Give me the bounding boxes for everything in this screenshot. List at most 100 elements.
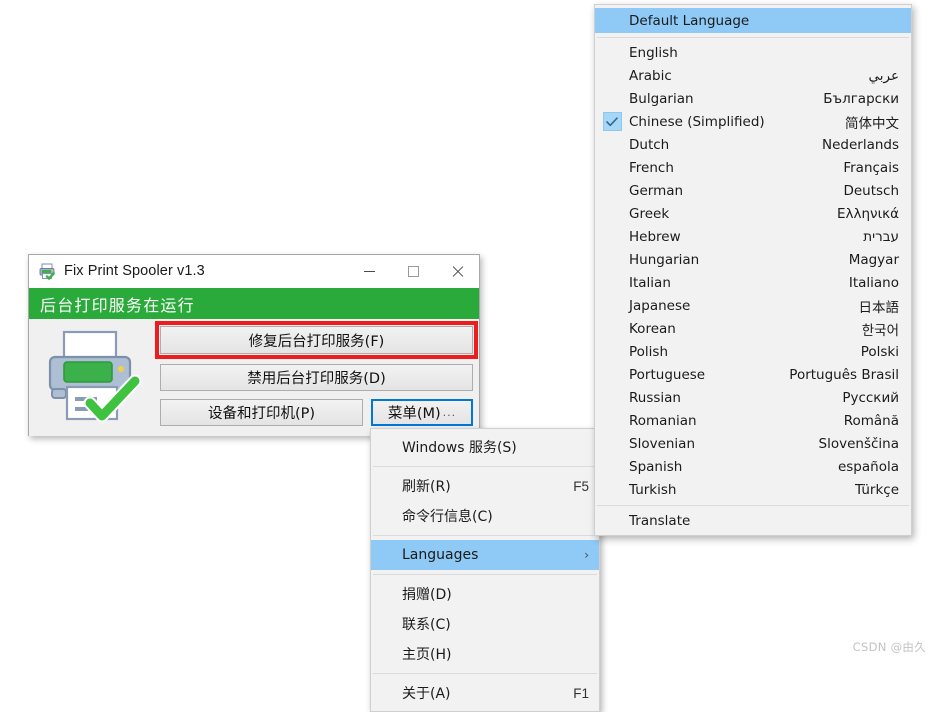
language-native-name: عربي (850, 68, 899, 84)
menu-item-shortcut: F5 (573, 479, 589, 494)
title-bar: Fix Print Spooler v1.3 (29, 255, 479, 288)
menu-item-donate[interactable]: 捐赠(D) (371, 579, 599, 609)
language-name: Hebrew (629, 229, 681, 245)
menu-button-label: 菜单(M) (388, 402, 441, 423)
language-name: English (629, 45, 678, 61)
menu-item-about[interactable]: 关于(A)F1 (371, 678, 599, 708)
check-slot (595, 112, 629, 131)
menu-item-refresh[interactable]: 刷新(R) F5 (371, 471, 599, 501)
menu-button-ellipsis: ... (443, 406, 457, 419)
menu-item-windows-services[interactable]: Windows 服务(S) (371, 432, 599, 462)
language-name: Hungarian (629, 252, 699, 268)
language-name: Romanian (629, 413, 697, 429)
language-native-name: Magyar (831, 252, 899, 268)
language-list: English Arabic عربي Bulgarian Български Chine… (595, 41, 911, 501)
language-native-name: 日本語 (841, 296, 900, 316)
menu-item-label: 刷新(R) (402, 476, 451, 496)
window-controls (347, 255, 479, 287)
menu-item-label: Languages (402, 547, 478, 563)
menu-item-label: 主页(H) (402, 644, 451, 664)
language-item-default[interactable]: Default Language (595, 8, 911, 33)
menu-item-languages[interactable]: Languages › (371, 540, 599, 570)
language-name: Bulgarian (629, 91, 694, 107)
minimize-icon (364, 271, 375, 272)
menu-item-command-line-info[interactable]: 命令行信息(C) (371, 501, 599, 531)
language-name: Chinese (Simplified) (629, 114, 765, 130)
language-item-dutch[interactable]: DutchNederlands (595, 133, 911, 156)
language-native-name: Français (825, 160, 899, 176)
language-name: Korean (629, 321, 676, 337)
language-native-name: Български (805, 91, 899, 107)
language-item-romanian[interactable]: Romanian Română (595, 409, 911, 432)
close-button[interactable] (435, 255, 479, 287)
status-banner-text: 后台打印服务在运行 (40, 292, 195, 316)
menu-item-label: 捐赠(D) (402, 584, 452, 604)
language-item-english[interactable]: English (595, 41, 911, 64)
language-item-korean[interactable]: Korean 한국어 (595, 317, 911, 340)
language-name: Japanese (629, 298, 690, 314)
language-native-name: 简体中文 (827, 112, 899, 132)
language-item-polish[interactable]: Polish Polski (595, 340, 911, 363)
language-item-slovenian[interactable]: Slovenian Slovenščina (595, 432, 911, 455)
maximize-button[interactable] (391, 255, 435, 287)
language-item-hungarian[interactable]: Hungarian Magyar (595, 248, 911, 271)
menu-separator (373, 673, 597, 674)
language-native-name: Português Brasil (771, 367, 899, 383)
watermark: CSDN @由久 (853, 639, 926, 655)
language-name: Portuguese (629, 367, 705, 383)
language-native-name: Slovenščina (801, 436, 899, 452)
language-item-chinese-simplified[interactable]: Chinese (Simplified) 简体中文 (595, 110, 911, 133)
context-menu: Windows 服务(S) 刷新(R) F5 命令行信息(C) Languages › 捐赠… (370, 428, 600, 712)
menu-item-label: 联系(C) (402, 614, 451, 634)
language-item-japanese[interactable]: Japanese 日本語 (595, 294, 911, 317)
printer-illustration-icon (42, 329, 150, 424)
language-name: French (629, 160, 674, 176)
app-window: Fix Print Spooler v1.3 后台打印服务在运行 (28, 254, 480, 436)
menu-separator (373, 466, 597, 467)
close-icon (451, 265, 464, 278)
language-item-arabic[interactable]: Arabic عربي (595, 64, 911, 87)
chevron-right-icon: › (584, 548, 589, 562)
minimize-button[interactable] (347, 255, 391, 287)
maximize-icon (408, 266, 419, 277)
language-native-name: Deutsch (825, 183, 899, 199)
window-body: 修复后台打印服务(F) 禁用后台打印服务(D) 设备和打印机(P) 菜单(M).… (29, 319, 479, 436)
language-item-portuguese[interactable]: Portuguese Português Brasil (595, 363, 911, 386)
menu-button[interactable]: 菜单(M)... (371, 399, 473, 426)
fix-print-spooler-button[interactable]: 修复后台打印服务(F) (160, 326, 473, 354)
language-native-name: Română (826, 413, 899, 429)
language-name: Polish (629, 344, 668, 360)
menu-item-contact[interactable]: 联系(C) (371, 609, 599, 639)
language-item-italian[interactable]: ItalianItaliano (595, 271, 911, 294)
checkmark-icon (603, 112, 622, 131)
language-item-translate[interactable]: Translate (595, 509, 911, 532)
language-name: Default Language (629, 13, 749, 29)
status-banner: 后台打印服务在运行 (29, 288, 479, 319)
language-item-hebrew[interactable]: Hebrewעברית (595, 225, 911, 248)
language-item-greek[interactable]: Greek Ελληνικά (595, 202, 911, 225)
language-item-turkish[interactable]: TurkishTürkçe (595, 478, 911, 501)
language-name: Slovenian (629, 436, 695, 452)
language-native-name: española (820, 459, 899, 475)
menu-separator (373, 535, 597, 536)
language-item-french[interactable]: French Français (595, 156, 911, 179)
language-name: Italian (629, 275, 671, 291)
language-name: Dutch (629, 137, 669, 153)
language-name: Spanish (629, 459, 682, 475)
language-item-spanish[interactable]: Spanish española (595, 455, 911, 478)
language-item-german[interactable]: German Deutsch (595, 179, 911, 202)
language-name: German (629, 183, 683, 199)
menu-separator (597, 37, 909, 38)
language-name: Arabic (629, 68, 672, 84)
language-native-name: 한국어 (844, 319, 899, 339)
language-native-name: Ελληνικά (819, 206, 899, 222)
language-name: Translate (629, 513, 690, 529)
devices-and-printers-button[interactable]: 设备和打印机(P) (160, 399, 363, 426)
language-item-bulgarian[interactable]: Bulgarian Български (595, 87, 911, 110)
printer-icon (38, 262, 56, 280)
language-item-russian[interactable]: RussianРусский (595, 386, 911, 409)
language-name: Greek (629, 206, 669, 222)
language-native-name: Русский (824, 390, 899, 406)
language-native-name: Polski (843, 344, 899, 360)
disable-print-spooler-button[interactable]: 禁用后台打印服务(D) (160, 364, 473, 391)
